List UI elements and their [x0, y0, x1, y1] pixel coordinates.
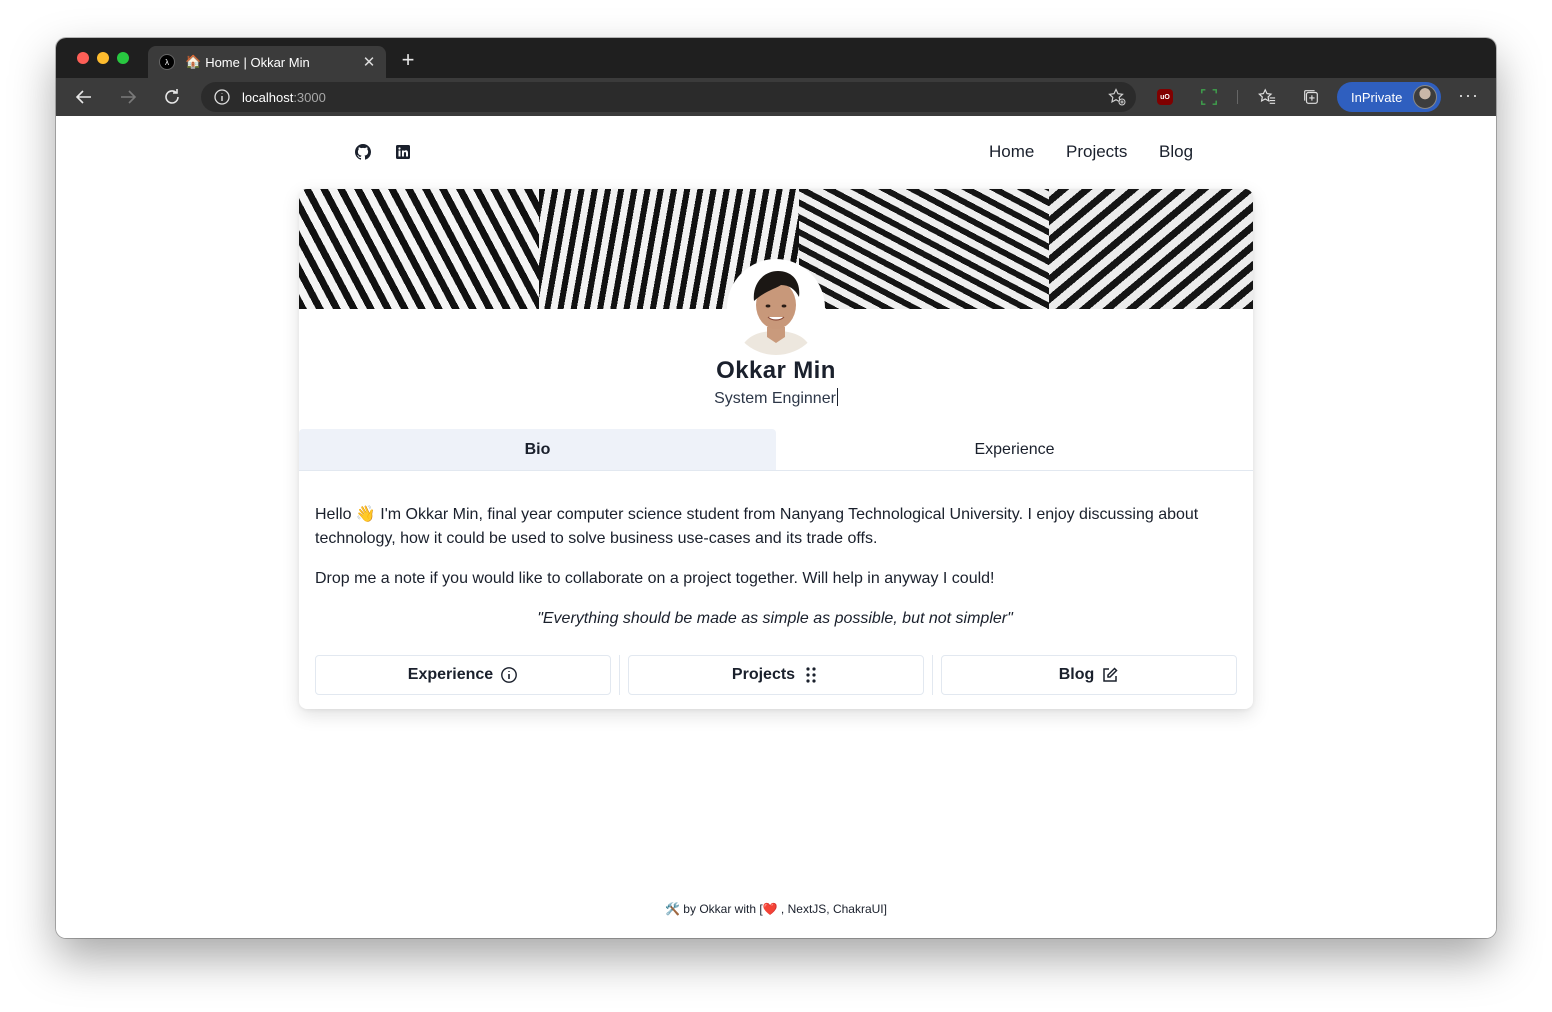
zoom-window-button[interactable] [117, 52, 129, 64]
browser-toolbar: localhost:3000 uO InPrivate ··· [56, 78, 1496, 116]
linkedin-icon[interactable] [395, 144, 411, 160]
blog-button-label: Blog [1058, 666, 1095, 683]
settings-more-button[interactable]: ··· [1458, 85, 1479, 106]
ublock-extension-button[interactable]: uO [1155, 87, 1175, 107]
profile-card: Okkar Min System Enginner Bio Experience… [299, 189, 1253, 709]
forward-arrow-icon [121, 90, 137, 104]
favorites-star-icon [1258, 88, 1276, 104]
experience-button[interactable]: Experience [315, 655, 611, 695]
drag-dots-icon [806, 667, 816, 683]
nav-projects-link[interactable]: Projects [1066, 142, 1127, 162]
favicon-icon: λ [159, 54, 175, 70]
tab-title: Home | Okkar Min [205, 54, 310, 70]
blog-button[interactable]: Blog [941, 655, 1237, 695]
tab-close-button[interactable]: ✕ [358, 53, 380, 71]
tab-bio[interactable]: Bio [299, 429, 776, 470]
collections-button[interactable] [1301, 87, 1321, 107]
ublock-icon: uO [1157, 89, 1173, 105]
info-icon [501, 667, 518, 683]
inprivate-profile-button[interactable]: InPrivate [1337, 82, 1441, 112]
page-footer: 🛠️ by Okkar with [❤️ , NextJS, ChakraUI] [665, 902, 887, 916]
profile-name: Okkar Min [716, 357, 836, 384]
button-divider [932, 655, 933, 695]
reload-icon [165, 89, 179, 104]
title-bar: λ 🏠 Home | Okkar Min ✕ + [56, 38, 1496, 78]
minimize-window-button[interactable] [97, 52, 109, 64]
toolbar-separator [1237, 90, 1238, 104]
bio-intro: Hello 👋 I'm Okkar Min, final year comput… [315, 506, 1199, 547]
profile-tabs: Bio Experience [299, 429, 1253, 471]
browser-window: λ 🏠 Home | Okkar Min ✕ + localhost:3000 … [56, 38, 1496, 938]
collections-icon [1304, 90, 1318, 104]
browser-tab[interactable]: λ 🏠 Home | Okkar Min ✕ [148, 46, 386, 78]
button-divider [619, 655, 620, 695]
edit-icon [1103, 667, 1118, 682]
experience-button-label: Experience [407, 666, 494, 683]
projects-button-label: Projects [731, 666, 796, 683]
action-buttons: Experience Projects Blog [315, 655, 1237, 695]
inprivate-label: InPrivate [1351, 89, 1403, 105]
typing-caret [836, 388, 838, 406]
back-arrow-icon [75, 90, 91, 104]
profile-avatar [1413, 85, 1437, 109]
github-icon[interactable] [355, 144, 371, 160]
screen-capture-icon [1201, 89, 1217, 105]
page-content: Home Projects Blog Okkar Min System Engi… [56, 116, 1496, 938]
profile-avatar-photo [727, 259, 825, 357]
site-info-icon[interactable] [213, 88, 231, 106]
forward-button[interactable] [116, 85, 140, 109]
nav-blog-link[interactable]: Blog [1159, 142, 1193, 162]
profile-role: System Enginner [714, 390, 836, 407]
projects-button[interactable]: Projects [628, 655, 924, 695]
tab-experience[interactable]: Experience [776, 429, 1253, 470]
nav-home-link[interactable]: Home [989, 142, 1034, 162]
bio-quote: "Everything should be made as simple as … [537, 610, 1013, 627]
add-favorite-icon[interactable] [1108, 88, 1126, 106]
favorites-button[interactable] [1257, 87, 1277, 107]
bio-collaborate: Drop me a note if you would like to coll… [315, 570, 995, 587]
profile-role-line: System Enginner [299, 388, 1253, 408]
screenshot-extension-button[interactable] [1199, 87, 1219, 107]
url-host: localhost [242, 89, 294, 105]
address-bar[interactable]: localhost:3000 [201, 82, 1136, 112]
house-icon: 🏠 [185, 54, 202, 69]
close-window-button[interactable] [77, 52, 89, 64]
new-tab-button[interactable]: + [396, 48, 420, 72]
url-port: :3000 [293, 89, 326, 105]
bio-panel: Hello 👋 I'm Okkar Min, final year comput… [315, 503, 1235, 647]
reload-button[interactable] [160, 85, 184, 109]
back-button[interactable] [72, 85, 96, 109]
